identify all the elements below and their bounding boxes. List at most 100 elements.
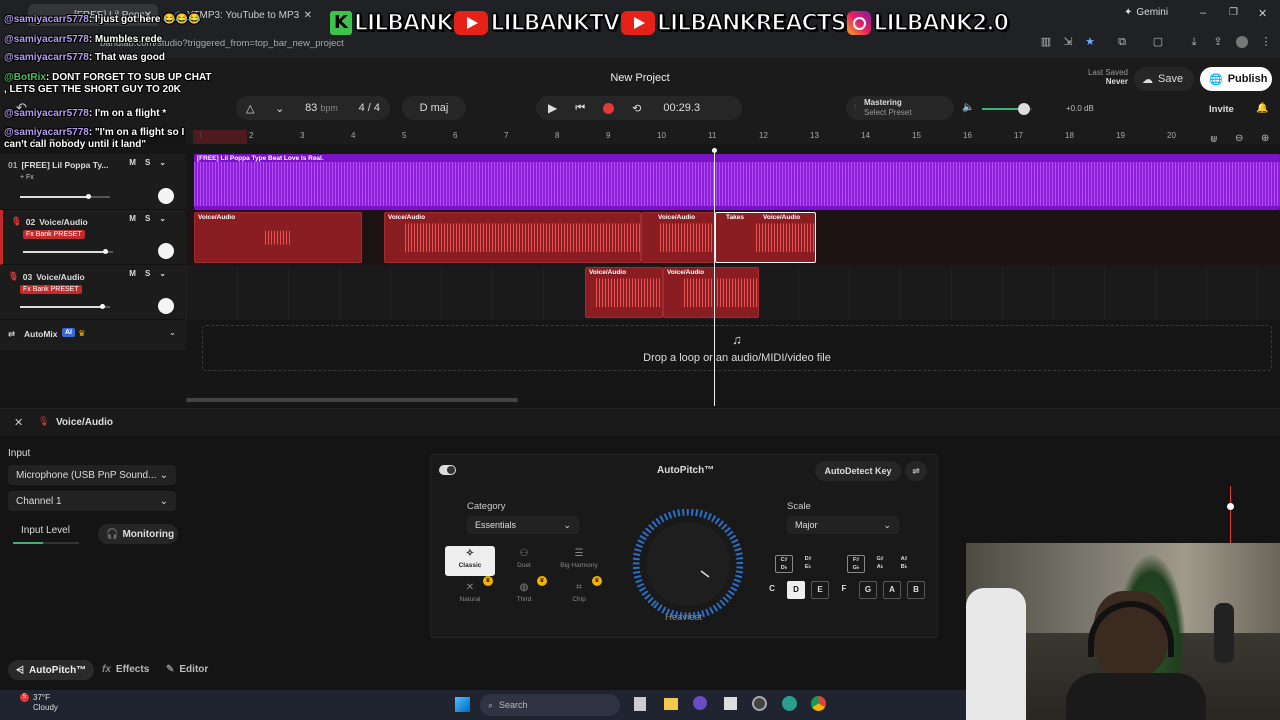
tab-autopitch[interactable]: ⩤ AutoPitch™ — [8, 660, 94, 680]
sidebar-icon[interactable]: ▢ — [1152, 36, 1164, 48]
store-icon[interactable] — [693, 696, 707, 710]
solo-button[interactable]: S — [145, 269, 150, 278]
volume-icon[interactable]: 🔈 — [962, 102, 974, 113]
takes-label[interactable]: Takes — [726, 214, 744, 221]
loop-icon[interactable]: ⟲ — [632, 102, 641, 115]
audio-clip-selected[interactable]: Takes Voice/Audio — [715, 212, 816, 263]
tab-effects[interactable]: fx Effects — [102, 664, 149, 675]
pan-knob[interactable] — [158, 188, 174, 204]
voice-classic[interactable]: ✧ Classic — [445, 546, 495, 576]
fx-preset-badge[interactable]: Fx Bank PRESET — [23, 230, 85, 239]
audio-clip[interactable]: Voice/Audio — [641, 212, 715, 263]
mute-button[interactable]: M — [129, 269, 136, 278]
record-arm-icon[interactable]: 🎙 — [11, 216, 22, 227]
audio-clip[interactable]: Voice/Audio — [384, 212, 641, 263]
reading-list-icon[interactable]: ▥ — [1040, 36, 1052, 48]
bell-icon[interactable]: 🔔 — [1256, 103, 1268, 114]
track-name[interactable]: [FREE] Lil Poppa Ty... — [21, 160, 108, 170]
key-e[interactable]: E — [811, 581, 829, 599]
fx-button[interactable]: + Fx — [20, 174, 34, 181]
weather-widget[interactable]: 5 37°F Cloudy — [14, 693, 58, 713]
output-meter-thumb[interactable] — [1227, 503, 1234, 510]
pitch-amount-knob[interactable] — [632, 508, 744, 620]
track-name[interactable]: Voice/Audio — [36, 272, 85, 282]
chevron-down-icon[interactable]: ⌄ — [159, 158, 166, 167]
key-f[interactable]: F — [835, 581, 853, 599]
extensions-icon[interactable]: ⧉ — [1116, 36, 1128, 48]
voice-chip[interactable]: ⌗ Chip ♛ — [554, 576, 604, 610]
chevron-down-icon[interactable]: ⌄ — [169, 327, 176, 338]
fx-preset-badge[interactable]: Fx Bank PRESET — [20, 285, 82, 294]
app-icon[interactable] — [782, 696, 797, 711]
monitoring-button[interactable]: 🎧 Monitoring — [98, 524, 178, 544]
mute-button[interactable]: M — [129, 158, 136, 167]
track-name[interactable]: Voice/Audio — [39, 217, 88, 227]
download-icon[interactable]: ⤓ — [1188, 36, 1200, 48]
input-device-select[interactable]: Microphone (USB PnP Sound... ⌄ — [8, 465, 176, 485]
autopitch-toggle[interactable] — [439, 465, 456, 475]
key-b[interactable]: B — [907, 581, 925, 599]
horizontal-scrollbar[interactable] — [186, 398, 518, 402]
volume-thumb[interactable] — [86, 194, 92, 199]
taskbar-search[interactable]: ⌕ Search — [480, 694, 620, 716]
solo-button[interactable]: S — [145, 158, 150, 167]
key-g[interactable]: G — [859, 581, 877, 599]
chrome-icon[interactable] — [811, 696, 826, 711]
task-view-icon[interactable] — [634, 697, 646, 711]
settings-sliders-icon[interactable]: ⇌ — [905, 461, 927, 481]
beat-clip[interactable]: [FREE] Lil Poppa Type Beat Love Is Real. — [194, 154, 1280, 210]
publish-button[interactable]: 🌐 Publish — [1200, 67, 1272, 91]
install-icon[interactable]: ⇲ — [1062, 36, 1074, 48]
volume-slider[interactable] — [20, 304, 110, 309]
voice-third[interactable]: ◍ Third ♛ — [499, 576, 549, 610]
pan-knob[interactable] — [158, 298, 174, 314]
metronome-icon[interactable]: △ — [246, 102, 254, 115]
maximize-icon[interactable]: ❐ — [1229, 7, 1238, 18]
record-arm-icon[interactable]: 🎙 — [8, 271, 19, 282]
obs-icon[interactable] — [752, 696, 767, 711]
autodetect-key-button[interactable]: AutoDetect Key — [815, 461, 901, 481]
track-header[interactable]: 🎙 02 Voice/Audio Fx Bank PRESET M S ⌄ — [0, 210, 186, 265]
master-volume-slider[interactable] — [982, 103, 1032, 115]
volume-thumb[interactable] — [99, 304, 105, 309]
channel-select[interactable]: Channel 1 ⌄ — [8, 491, 176, 511]
bookmark-star-icon[interactable]: ★ — [1084, 36, 1096, 48]
scale-select[interactable]: Major ⌄ — [787, 516, 899, 534]
close-panel-icon[interactable]: ✕ — [14, 416, 23, 429]
share-icon[interactable]: ⇪ — [1212, 36, 1224, 48]
voice-natural[interactable]: ✕ Natural ♛ — [445, 576, 495, 610]
timeline-ruler[interactable]: 1234567891011121314151617181920 — [186, 130, 1280, 144]
volume-thumb[interactable] — [102, 249, 108, 254]
time-signature[interactable]: 4 / 4 — [359, 102, 380, 114]
drop-zone[interactable]: ♫ Drop a loop or an audio/MIDI/video fil… — [202, 325, 1272, 371]
minimize-icon[interactable]: – — [1200, 7, 1206, 19]
volume-slider[interactable] — [20, 194, 110, 199]
mastering-button[interactable]: ⫶ Mastering Select Preset — [846, 96, 954, 120]
windows-start-icon[interactable] — [455, 697, 470, 712]
play-icon[interactable]: ▶ — [548, 101, 557, 115]
voice-big-harmony[interactable]: ☰ Big Harmony — [554, 546, 604, 576]
chevron-down-icon[interactable]: ⌄ — [159, 214, 166, 223]
file-explorer-icon[interactable] — [664, 698, 678, 710]
chevron-down-icon[interactable]: ⌄ — [275, 102, 284, 115]
menu-icon[interactable]: ⋮ — [1260, 36, 1272, 48]
audio-clip[interactable]: Voice/Audio — [585, 267, 663, 318]
voice-duet[interactable]: ⚇ Duet — [499, 546, 549, 576]
playhead[interactable] — [712, 148, 717, 406]
key-c[interactable]: C — [763, 581, 781, 599]
track-header[interactable]: 🎙 03 Voice/Audio Fx Bank PRESET M S ⌄ — [0, 265, 186, 320]
profile-avatar[interactable] — [1236, 36, 1248, 48]
volume-slider[interactable] — [23, 249, 113, 254]
key-g-sharp[interactable]: G♯ A♭ — [871, 555, 889, 573]
gemini-button[interactable]: ✦ Gemini — [1124, 7, 1168, 18]
zoom-out-icon[interactable]: ⊖ — [1235, 133, 1243, 144]
pan-knob[interactable] — [158, 243, 174, 259]
automix-row[interactable]: ⇄ AutoMix AI ♛ ⌄ — [0, 320, 186, 350]
bpm-field[interactable]: 83 bpm — [305, 102, 338, 114]
record-icon[interactable] — [603, 102, 615, 114]
key-d-sharp[interactable]: D♯ E♭ — [799, 555, 817, 573]
key-button[interactable]: D maj — [402, 96, 466, 120]
key-d[interactable]: D — [787, 581, 805, 599]
invite-button[interactable]: Invite — [1209, 104, 1234, 115]
audio-clip[interactable]: Voice/Audio — [663, 267, 759, 318]
